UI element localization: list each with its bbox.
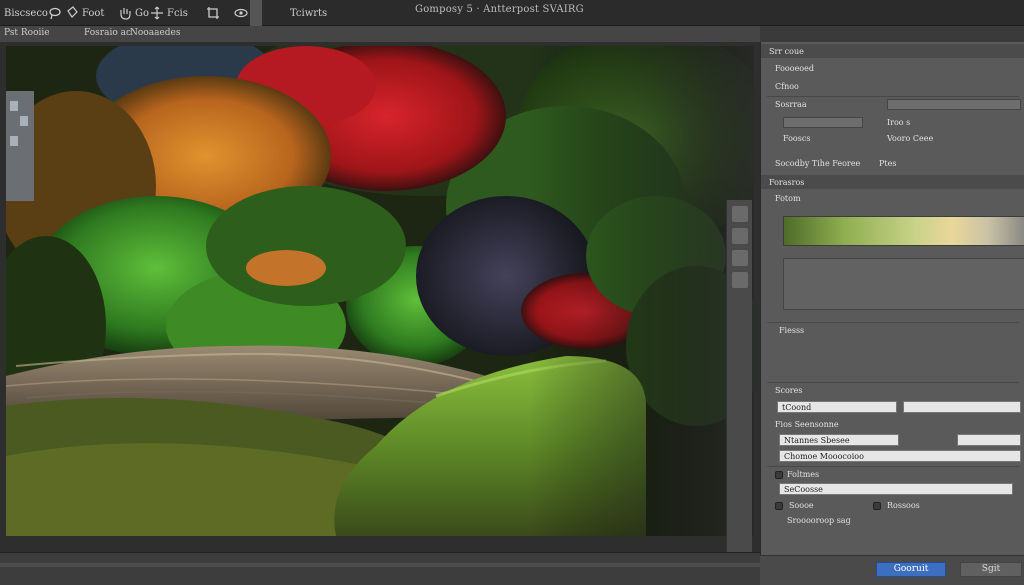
panel-row[interactable]: Socodby Tihe Feoree Ptes [761, 157, 1024, 171]
lasso-icon [49, 7, 61, 20]
divider [767, 322, 1019, 323]
checkbox[interactable] [775, 471, 783, 479]
panel-row-label: Ptes [879, 159, 897, 168]
preview-area [783, 258, 1024, 310]
status-bar [0, 552, 760, 585]
window-title: Gomposy 5 · Antterpost SVAIRG [415, 4, 584, 15]
option-3[interactable]: Nooaaedes [130, 28, 180, 38]
toolbar-item-eye[interactable] [234, 3, 248, 23]
properties-panel: Srr coue Foooeoed Cfnoo Sosrraa Iroo s F… [760, 42, 1024, 585]
panel-row-label: Srooooroop sag [787, 516, 851, 525]
section-header-label: Forasros [769, 178, 805, 187]
divider [767, 466, 1019, 467]
panel-field[interactable] [887, 99, 1021, 110]
panel-row[interactable]: Sosrraa [761, 98, 1024, 112]
panel-row[interactable]: Srooooroop sag [761, 514, 1024, 528]
toolbar-divider [250, 0, 262, 26]
forest-photo [6, 46, 754, 536]
section-header[interactable]: Forasros [761, 175, 1024, 189]
input-field-2[interactable]: Ntannes Sbesee [779, 434, 899, 446]
panel-row-label: Foooeoed [775, 64, 814, 73]
eye-icon [234, 8, 248, 18]
panel-row-label: Foltmes [787, 470, 820, 479]
panel-row[interactable]: Fios Seensonne [761, 418, 1024, 432]
tool-icon-2[interactable] [731, 228, 748, 244]
tool-icon-3[interactable] [731, 250, 748, 266]
panel-field[interactable] [783, 117, 863, 128]
tool-icon-1[interactable] [731, 206, 748, 222]
input-field-2b[interactable] [957, 434, 1021, 446]
panel-header-label: Srr coue [769, 47, 804, 56]
toolbar-item-hand-label: Go [135, 7, 150, 19]
panel-row-label: Fotom [775, 194, 801, 203]
input-field-3[interactable]: Chomoe Mooocoioo [779, 450, 1021, 462]
panel-row[interactable]: Cfnoo [761, 80, 1024, 94]
option-1[interactable]: Pst Rooiie [4, 28, 50, 38]
panel-header: Srr coue [761, 44, 1024, 58]
tool-strip [726, 200, 752, 572]
panel-row-label: Scores [775, 386, 803, 395]
toolbar-item-crop[interactable] [206, 3, 220, 23]
panel-row[interactable]: Iroo s [761, 116, 1024, 130]
panel-row[interactable]: Foltmes [761, 468, 1024, 482]
panel-row[interactable]: Soooe Rossoos [761, 499, 1024, 513]
toolbar-item-tools[interactable]: Tciwrts [290, 3, 327, 23]
checkbox[interactable] [873, 502, 881, 510]
option-2[interactable]: Fosraio ac [84, 28, 131, 38]
cancel-button[interactable]: Sgit [960, 562, 1022, 577]
divider [767, 382, 1019, 383]
options-bar: Pst Rooiie Fosraio ac Nooaaedes [0, 26, 760, 42]
input-field-4[interactable]: SeCoosse [779, 483, 1013, 495]
panel-row[interactable]: Fiesss [761, 324, 1024, 338]
toolbar-item-tools-label: Tciwrts [290, 7, 328, 19]
panel-row-label: Iroo s [887, 118, 911, 127]
toolbar-item-hand[interactable]: Go [118, 3, 149, 23]
crop-icon [207, 7, 219, 19]
panel-row[interactable]: Scores [761, 384, 1024, 398]
panel-row-label: Fios Seensonne [775, 420, 839, 429]
panel-row-label: Socodby Tihe Feoree [775, 159, 861, 168]
panel-row-label: Fiesss [779, 326, 805, 335]
toolbar-item-move-label: Fcis [167, 7, 188, 19]
hand-icon [120, 8, 131, 20]
input-field-1[interactable]: tCoond [777, 401, 897, 413]
panel-row-label: Fooscs [783, 134, 811, 143]
panel-row[interactable]: Fooscs Vooro Ceee [761, 132, 1024, 146]
panel-row[interactable]: Fotom [761, 192, 1024, 206]
input-field-1b[interactable] [903, 401, 1021, 413]
checkbox[interactable] [775, 502, 783, 510]
panel-row-label: Vooro Ceee [887, 134, 934, 143]
top-toolbar: Biscseco Foot Go Fcis Tciwrts Gomposy 5 … [0, 0, 1024, 26]
panel-row-label: Rossoos [887, 501, 920, 510]
panel-row-label: Cfnoo [775, 82, 799, 91]
toolbar-item-lasso[interactable]: Foot [48, 3, 104, 23]
ok-button[interactable]: Gooruit [876, 562, 946, 577]
divider [767, 96, 1019, 97]
panel-row-label: Soooe [789, 501, 814, 510]
toolbar-item-brush-label: Biscseco [4, 7, 48, 19]
color-gradient-preview[interactable] [783, 216, 1024, 246]
toolbar-item-lasso-label: Foot [82, 7, 105, 19]
move-icon [151, 6, 163, 20]
horizontal-scrollbar[interactable] [0, 563, 760, 567]
tool-icon-4[interactable] [731, 272, 748, 288]
toolbar-item-brush[interactable]: Biscseco [4, 3, 48, 23]
toolbar-item-move[interactable]: Fcis [150, 3, 188, 23]
canvas-area [0, 42, 760, 572]
panel-row[interactable]: Foooeoed [761, 62, 1024, 76]
paint-bucket-icon [67, 6, 78, 18]
panel-row-label: Sosrraa [775, 100, 807, 109]
document-image[interactable] [6, 46, 754, 536]
